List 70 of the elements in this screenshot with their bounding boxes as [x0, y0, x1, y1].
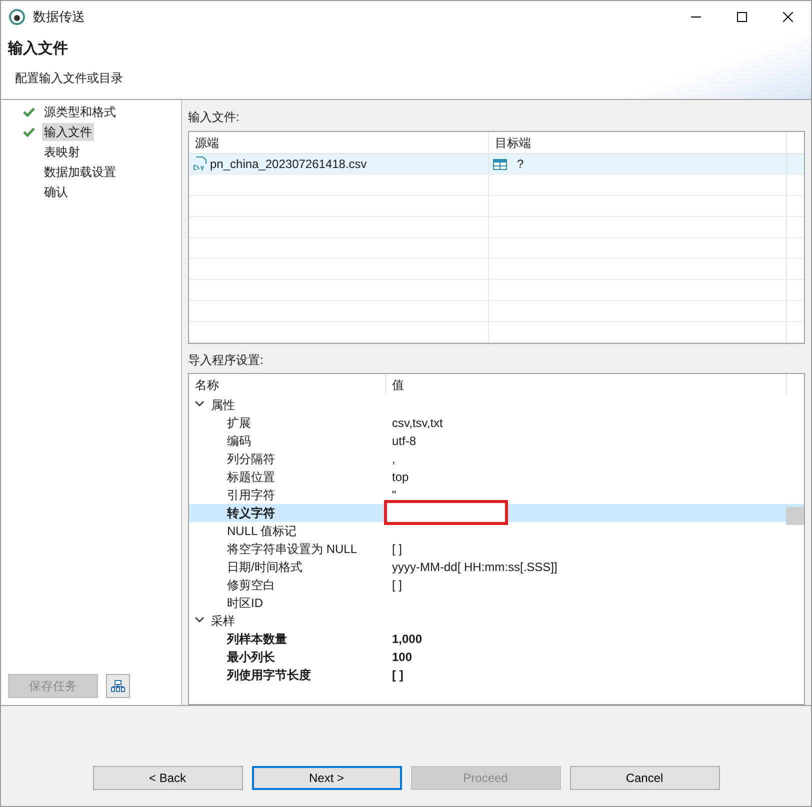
window-title: 数据传送	[33, 8, 85, 26]
property-name: 编码	[226, 433, 252, 450]
step-item[interactable]: 确认	[42, 183, 70, 201]
property-row[interactable]: 编码 utf-8	[189, 432, 804, 450]
property-row[interactable]: 修剪空白 [ ]	[189, 576, 804, 594]
property-row[interactable]: 时区ID	[189, 594, 804, 612]
property-row[interactable]: 日期/时间格式 yyyy-MM-dd[ HH:mm:ss[.SSS]]	[189, 558, 804, 576]
group-label[interactable]: 属性	[211, 396, 235, 414]
maximize-icon	[737, 12, 747, 22]
property-name: 列使用字节长度	[226, 667, 312, 684]
property-name: 修剪空白	[226, 577, 276, 594]
csv-file-icon	[193, 156, 209, 172]
property-value: [ ]	[391, 667, 404, 684]
property-row[interactable]: 列分隔符 ,	[189, 450, 804, 468]
property-value: yyyy-MM-dd[ HH:mm:ss[.SSS]]	[391, 559, 558, 576]
section-label: 输入文件:	[188, 109, 240, 126]
table-icon	[493, 158, 507, 170]
scrollbar-thumb[interactable]	[786, 507, 804, 526]
property-value: 1,000	[391, 631, 424, 648]
page-title: 输入文件	[8, 39, 69, 59]
property-row[interactable]: 引用字符 "	[189, 486, 804, 504]
column-header[interactable]: 名称	[189, 374, 386, 396]
dialog-button[interactable]: Cancel	[570, 766, 720, 790]
step-item[interactable]: 源类型和格式	[42, 103, 118, 121]
dialog-button[interactable]: < Back	[92, 766, 242, 790]
property-name: 转义字符	[226, 505, 276, 522]
property-value: 100	[391, 649, 414, 666]
group-label[interactable]: 采样	[211, 612, 235, 630]
hierarchy-icon	[111, 680, 125, 692]
file-name: pn_china_202307261418.csv	[210, 156, 367, 173]
step-item[interactable]: 表映射	[42, 143, 82, 161]
property-value: csv,tsv,txt	[391, 415, 444, 432]
page-subtitle: 配置输入文件或目录	[15, 70, 124, 86]
property-name: 列分隔符	[226, 451, 276, 468]
property-name: 日期/时间格式	[226, 559, 304, 576]
dialog-button[interactable]: Next >	[252, 766, 402, 790]
property-row[interactable]: NULL 值标记	[189, 522, 804, 540]
property-value: ,	[391, 451, 396, 468]
file-row[interactable]: pn_china_202307261418.csv ?	[189, 154, 804, 175]
target-name: ?	[517, 156, 524, 173]
column-header[interactable]: 目标端	[489, 132, 787, 153]
property-value: utf-8	[391, 433, 418, 450]
property-row[interactable]: 最小列长 100	[189, 648, 804, 666]
property-name: NULL 值标记	[226, 523, 298, 540]
property-row[interactable]: 标题位置 top	[189, 468, 804, 486]
property-value: [ ]	[391, 541, 404, 558]
property-row[interactable]: 扩展 csv,tsv,txt	[189, 414, 804, 432]
property-row[interactable]: 列样本数量 1,000	[189, 630, 804, 648]
property-name: 最小列长	[226, 649, 276, 666]
property-name: 时区ID	[226, 595, 264, 612]
property-name: 标题位置	[226, 469, 276, 486]
column-header[interactable]: 值	[386, 374, 787, 396]
property-name: 列样本数量	[226, 631, 288, 648]
property-row[interactable]: 将空字符串设置为 NULL [ ]	[189, 540, 804, 558]
chevron-down-icon[interactable]	[195, 401, 204, 408]
tool-button[interactable]	[106, 674, 130, 698]
section-label: 导入程序设置:	[188, 352, 264, 370]
step-item[interactable]: 输入文件	[42, 123, 94, 141]
close-icon	[783, 12, 793, 22]
property-name: 引用字符	[226, 487, 276, 504]
column-header[interactable]: 源端	[189, 132, 489, 153]
property-value: top	[391, 469, 410, 486]
property-value: "	[391, 487, 398, 504]
property-name: 将空字符串设置为 NULL	[226, 541, 358, 558]
property-row[interactable]: 列使用字节长度 [ ]	[189, 666, 804, 684]
app-icon	[9, 8, 25, 24]
property-value: [ ]	[391, 577, 404, 594]
chevron-down-icon[interactable]	[195, 617, 204, 624]
step-item[interactable]: 数据加载设置	[42, 163, 118, 181]
property-name: 扩展	[226, 415, 252, 432]
